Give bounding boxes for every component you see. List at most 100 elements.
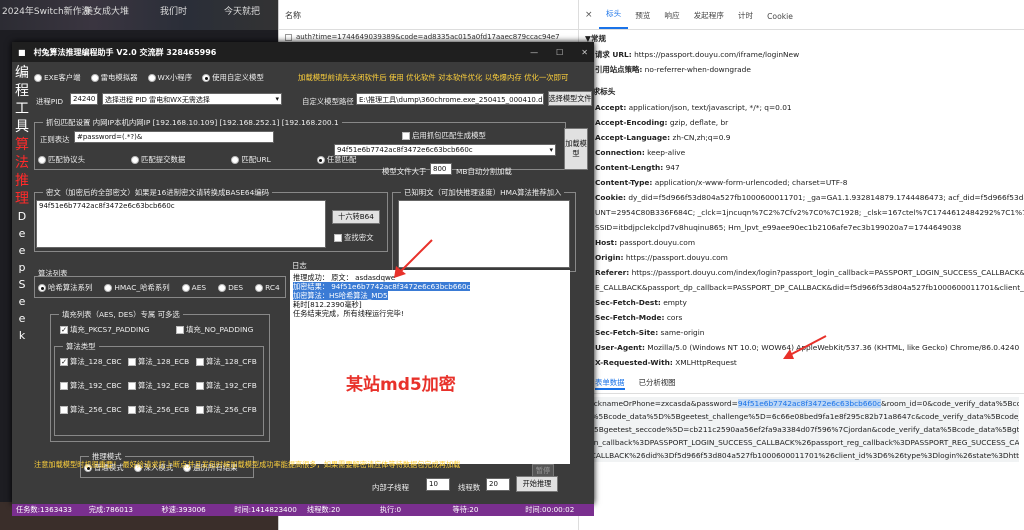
form-data-line: a%5Bcode_data%5D%5Bgeetest_challenge%5D=… [585, 410, 1019, 423]
radio-option[interactable]: DES [218, 283, 243, 292]
algo-type-checkbox[interactable]: 算法_256_CFB [196, 404, 257, 415]
fill-pkcs7-checkbox[interactable]: ✓ 填充_PKCS7_PADDING [60, 324, 149, 335]
radio-option[interactable]: WX小程序 [147, 73, 193, 82]
banner-char: e [18, 295, 26, 308]
tab-preview[interactable]: 预览 [628, 10, 657, 29]
close-icon[interactable]: ✕ [581, 48, 588, 57]
window-title: 村兔算法推理编程助手 V2.0 交流群 328465996 [33, 47, 217, 57]
tab-timing[interactable]: 计时 [731, 10, 760, 29]
known-plain-label: 已知明文（可加快推理速度）HMA算法推荐加入 [401, 187, 565, 198]
header-row: 请求 URL: https://passport.douyu.com/ifram… [579, 47, 1024, 62]
tab-cookie[interactable]: Cookie [760, 12, 800, 29]
find-cipher-checkbox[interactable]: 查找密文 [334, 232, 374, 243]
thread-count-input[interactable]: 20 [486, 478, 510, 491]
cipher-textarea[interactable]: 94f51e6b7742ac8f3472e6c63bcb660c [36, 200, 326, 248]
match-radio-group: 匹配协议头 匹配提交数据 匹配URL 任意匹配 [38, 154, 402, 165]
tab-parsed-view[interactable]: 已分析视图 [639, 377, 676, 390]
fill-no-padding-checkbox[interactable]: 填充_NO_PADDING [176, 324, 253, 335]
known-plain-textarea[interactable] [398, 200, 570, 268]
capture-settings-label: 抓包匹配设置 内网IP本机内网IP [192.168.10.109] [192.… [43, 117, 342, 128]
pid-select[interactable]: 选择进程 PID 雷电和WX无需选择 ▾ [102, 93, 282, 105]
annotation-text: 某站md5加密 [346, 375, 456, 395]
algo-type-label: 算法_192_CFB [206, 381, 257, 390]
log-panel[interactable]: 推理成功： 原文： asdasdqwe 加密结果： 94f51e6b7742ac8… [290, 270, 570, 464]
algo-type-checkbox[interactable]: ✓ 算法_128_CBC [60, 356, 122, 367]
radio-label: WX小程序 [157, 73, 193, 82]
header-row: Accept-Encoding: gzip, deflate, br [579, 115, 1024, 130]
log-text: 加密结果： 94f51e6b7742ac8f3472e6c63bcb660c [293, 282, 471, 291]
radio-option[interactable]: HMAC_哈希系列 [104, 283, 170, 292]
header-row: X-Requested-With: XMLHttpRequest [579, 355, 1024, 370]
radio-option[interactable]: 匹配协议头 [38, 155, 85, 164]
banner-char: p [18, 261, 26, 274]
radio-option[interactable]: 任意匹配 [316, 155, 356, 164]
maximize-icon[interactable]: ☐ [556, 48, 563, 57]
radio-label: 匹配URL [241, 155, 271, 164]
header-key: Sec-Fetch-Site: [595, 328, 659, 337]
tab-initiator[interactable]: 发起程序 [687, 10, 731, 29]
tab-headers[interactable]: 标头 [599, 8, 629, 29]
algo-type-label: 算法类型 [63, 341, 99, 352]
custom-model-path-input[interactable]: E:\推理工具\dump\360chrome.exe_250415_000410… [356, 93, 544, 105]
header-value: keep-alive [647, 148, 686, 157]
request-headers-title[interactable]: 请求标头 [579, 83, 1024, 100]
radio-option[interactable]: 匹配提交数据 [130, 155, 185, 164]
header-value: zh-CN,zh;q=0.9 [672, 133, 731, 142]
form-text: _CALLBACK%26did%3Df5d966f53d804a527fb100… [587, 451, 1019, 460]
algo-type-checkbox[interactable]: 算法_128_CFB [196, 356, 257, 367]
form-data-body: nicknameOrPhone=zxcasda&password=94f51e6… [579, 394, 1024, 465]
algo-type-checkbox[interactable]: 算法_192_CBC [60, 380, 122, 391]
radio-icon [147, 74, 156, 82]
pid-input[interactable]: 24240 [70, 93, 98, 105]
radio-option[interactable]: 匹配URL [231, 155, 271, 164]
header-value: application/json, text/javascript, */*; … [628, 103, 792, 112]
tab-form-data[interactable]: 表单数据 [595, 377, 625, 390]
radio-option[interactable]: AES [181, 283, 206, 292]
header-row: Cookie: dy_did=f5d966f53d804a527fb100060… [579, 190, 1024, 205]
banner-char: e [18, 244, 26, 257]
mode-radio-group: EXE客户端 雷电模拟器 WX小程序 使用自定义模型 [34, 72, 274, 83]
header-row: Sec-Fetch-Site: same-origin [579, 325, 1024, 340]
regex-input[interactable]: #password=(.*?)& [74, 131, 274, 143]
minimize-icon[interactable]: — [530, 48, 538, 57]
header-key: Host: [595, 238, 618, 247]
log-text: 推理成功： 原文： asdasdqwe [293, 273, 396, 282]
header-key: Content-Type: [595, 178, 653, 187]
algo-type-checkbox[interactable]: 算法_256_CBC [60, 404, 122, 415]
header-row: Origin: https://passport.douyu.com [579, 250, 1024, 265]
status-bar: 任务数:1363433 完成:786013 秒速:393006 时间:14148234… [12, 504, 594, 516]
close-icon[interactable]: × [585, 10, 599, 29]
banner-char: 法 [15, 155, 29, 171]
radio-option[interactable]: RC4 [255, 283, 280, 292]
load-model-button[interactable]: 加载模型 [564, 128, 588, 170]
chevron-down-icon: ▾ [549, 146, 553, 154]
inner-threads-input[interactable]: 10 [426, 478, 450, 491]
radio-option[interactable]: EXE客户端 [34, 73, 81, 82]
header-value: E_CALLBACK&passport_dp_callback=PASSPORT… [595, 283, 1024, 292]
algo-type-checkbox[interactable]: 算法_192_CFB [196, 380, 257, 391]
hex-to-b64-button[interactable]: 十六转B64 [332, 210, 380, 224]
header-value: https://passport.douyu.com/index/login?p… [631, 268, 1024, 277]
payload-tabs: 表单数据 已分析视图 [579, 374, 1024, 394]
request-type-icon [285, 33, 292, 41]
header-key: Accept-Language: [595, 133, 671, 142]
radio-option[interactable]: 使用自定义模型 [202, 73, 264, 82]
radio-option[interactable]: 雷电模拟器 [90, 73, 138, 82]
tab-response[interactable]: 响应 [657, 10, 686, 29]
enable-capture-checkbox[interactable]: 启用抓包匹配生成模型 [402, 130, 486, 141]
radio-icon [34, 74, 42, 82]
select-model-file-button[interactable]: 选择模型文件 [548, 91, 592, 106]
radio-option[interactable]: 哈希算法系列 [38, 283, 92, 292]
log-text: 加密算法：HS哈希算法_MD5 [293, 291, 388, 300]
algo-type-checkbox[interactable]: 算法_256_ECB [128, 404, 189, 415]
header-key: User-Agent: [595, 343, 645, 352]
header-value: SSID=itbdjpclekclpd7v8huqinu865; Hm_lpvt… [595, 223, 962, 232]
start-infer-button[interactable]: 开始推理 [516, 476, 558, 492]
algo-type-checkbox[interactable]: 算法_192_ECB [128, 380, 189, 391]
model-size-input[interactable]: 800 [430, 163, 452, 175]
general-section-title[interactable]: ▼常规 [579, 30, 1024, 47]
algo-type-label: 算法_128_CBC [70, 357, 122, 366]
algo-type-checkbox[interactable]: 算法_128_ECB [128, 356, 189, 367]
general-list: 请求 URL: https://passport.douyu.com/ifram… [579, 47, 1024, 77]
banner-char: e [18, 312, 26, 325]
